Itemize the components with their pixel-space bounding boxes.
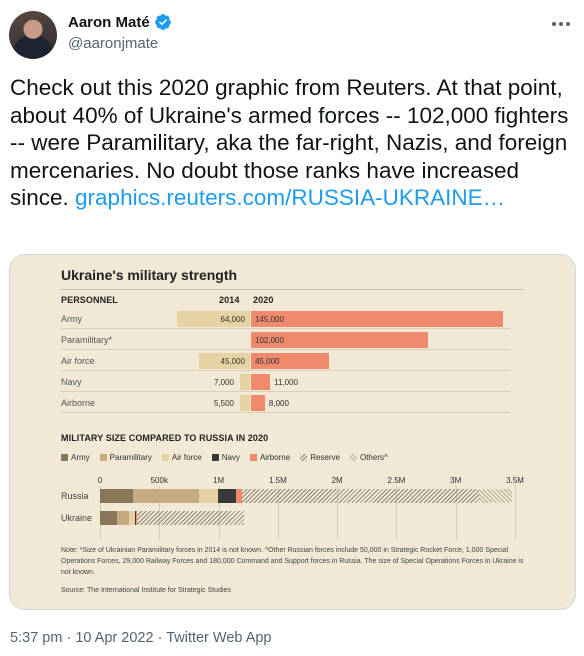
legend-label: Air force — [171, 453, 202, 462]
value-label-2014: 7,000 — [213, 378, 234, 387]
legend-swatch — [211, 454, 219, 461]
personnel-category-label: Paramilitary* — [61, 335, 113, 345]
personnel-heading: PERSONNEL — [61, 295, 118, 305]
legend-item: Air force — [161, 453, 202, 462]
stack-segment-paramilitary — [117, 511, 130, 525]
comparison-category-label: Ukraine — [61, 513, 93, 523]
value-label-2020: 11,000 — [274, 378, 298, 387]
gridline — [515, 486, 516, 540]
stack-segment-navy — [218, 489, 237, 503]
tweet-link[interactable]: graphics.reuters.com/RUSSIA-UKRAINE… — [75, 185, 505, 210]
author-display-name[interactable]: Aaron Maté — [68, 14, 150, 31]
year-2014-header: 2014 — [219, 295, 240, 305]
author-handle[interactable]: @aaronjmate — [68, 35, 158, 52]
legend-swatch — [61, 454, 68, 461]
x-axis-tick: 0 — [97, 476, 103, 485]
bar-2014 — [240, 374, 250, 390]
value-label-2014: 45,000 — [220, 357, 245, 366]
x-axis-tick: 2.5M — [387, 476, 406, 485]
value-label-2014: 64,000 — [220, 315, 245, 324]
tweet-text: Check out this 2020 graphic from Reuters… — [10, 74, 576, 212]
author-name-row: Aaron Maté — [68, 13, 172, 31]
chart-note: Note: *Size of Ukrainian Paramilitary fo… — [61, 547, 524, 576]
legend-label: Airborne — [259, 453, 291, 462]
tweet-source-app[interactable]: Twitter Web App — [166, 630, 271, 646]
comparison-category-label: Russia — [61, 491, 89, 501]
legend-label: Navy — [221, 453, 240, 462]
value-label-2020: 102,000 — [255, 336, 284, 345]
stack-segment-reserve — [136, 511, 244, 525]
meta-separator: · — [66, 630, 72, 646]
legend-swatch — [349, 454, 357, 461]
legend-label: Others^ — [359, 453, 388, 462]
x-axis-tick: 2M — [331, 476, 343, 485]
legend-swatch — [300, 454, 308, 461]
personnel-category-label: Army — [61, 314, 82, 324]
tweet-date[interactable]: 10 Apr 2022 — [75, 630, 153, 646]
stack-segment-paramilitary — [133, 489, 199, 503]
x-axis-tick: 1.5M — [268, 476, 287, 485]
tweet-time[interactable]: 5:37 pm — [10, 630, 62, 646]
comparison-legend: Army Paramilitary Air force Navy Airborne Res… — [61, 453, 388, 462]
stack-segment-army — [100, 489, 134, 503]
bar-2020 — [251, 311, 503, 327]
legend-item: Others^ — [349, 453, 388, 462]
chart-graphic: Ukraine's military strength PERSONNEL 20… — [10, 255, 575, 609]
chart-title: Ukraine's military strength — [61, 267, 238, 283]
x-axis-tick: 500k — [150, 476, 168, 485]
bar-2020 — [251, 395, 265, 411]
author-avatar[interactable] — [9, 11, 57, 59]
stack-segment-airforce — [198, 489, 219, 503]
legend-item: Paramilitary — [99, 453, 152, 462]
legend-item: Reserve — [300, 453, 340, 462]
value-label-2020: 45,000 — [255, 357, 280, 366]
x-axis-tick: 3M — [450, 476, 462, 485]
legend-label: Army — [71, 453, 90, 462]
value-label-2020: 145,000 — [255, 315, 284, 324]
row-divider — [61, 349, 511, 350]
legend-label: Paramilitary — [109, 453, 152, 462]
bar-2014 — [240, 395, 250, 411]
chart-source: Source: The International Institute for … — [61, 587, 231, 594]
personnel-category-label: Air force — [61, 356, 95, 366]
stack-segment-army — [100, 511, 118, 525]
more-options-icon[interactable] — [548, 14, 574, 34]
meta-separator: · — [157, 630, 163, 646]
legend-label: Reserve — [310, 453, 340, 462]
legend-swatch — [249, 454, 257, 461]
x-axis-tick: 1M — [213, 476, 225, 485]
legend-item: Army — [61, 453, 90, 462]
year-2020-header: 2020 — [253, 295, 274, 305]
stack-segment-others — [478, 489, 512, 503]
legend-swatch — [99, 454, 107, 461]
value-label-2020: 8,000 — [268, 399, 289, 408]
comparison-heading: MILITARY SIZE COMPARED TO RUSSIA IN 2020 — [61, 433, 269, 443]
title-divider — [61, 289, 523, 290]
tweet-meta: 5:37 pm · 10 Apr 2022 · Twitter Web App — [10, 630, 272, 646]
value-label-2014: 5,500 — [213, 399, 234, 408]
personnel-category-label: Navy — [61, 377, 82, 387]
legend-item: Navy — [211, 453, 240, 462]
tweet-media-image[interactable]: Ukraine's military strength PERSONNEL 20… — [9, 254, 576, 610]
legend-swatch — [161, 454, 169, 461]
stack-segment-reserve — [241, 489, 479, 503]
row-divider — [61, 391, 511, 392]
row-divider — [61, 370, 511, 371]
bar-2020 — [251, 374, 271, 390]
x-axis-tick: 3.5M — [506, 476, 524, 485]
row-divider — [61, 412, 511, 413]
personnel-category-label: Airborne — [61, 398, 96, 408]
verified-badge-icon — [154, 14, 171, 30]
row-divider — [61, 328, 511, 329]
legend-item: Airborne — [249, 453, 291, 462]
